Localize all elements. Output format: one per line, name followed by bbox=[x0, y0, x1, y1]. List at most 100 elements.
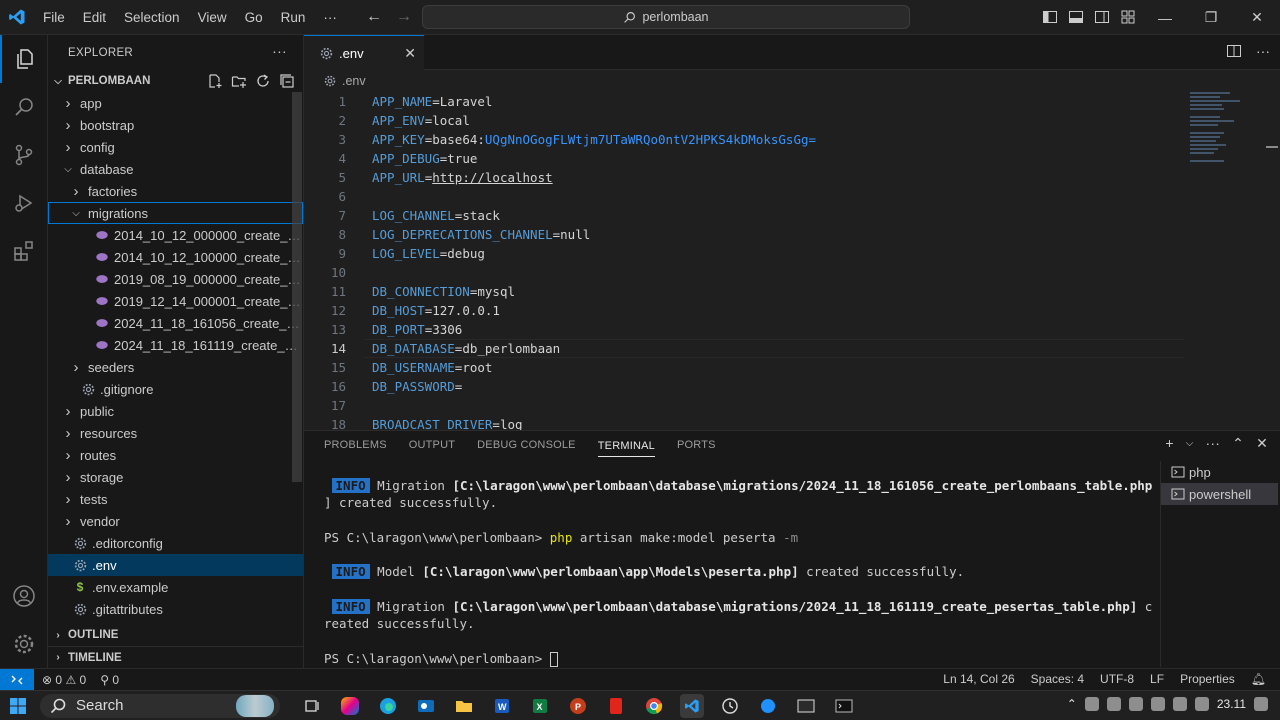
chrome-icon[interactable] bbox=[642, 694, 666, 718]
excel-icon[interactable]: X bbox=[528, 694, 552, 718]
close-tab-icon[interactable]: ✕ bbox=[404, 45, 416, 62]
tree-folder[interactable]: › factories bbox=[48, 180, 303, 202]
new-terminal-icon[interactable]: + bbox=[1165, 435, 1173, 452]
timeline-section-header[interactable]: › TIMELINE bbox=[48, 646, 304, 668]
tab-output[interactable]: OUTPUT bbox=[409, 439, 455, 451]
terminal-app-icon[interactable] bbox=[794, 694, 818, 718]
tree-folder[interactable]: › tests bbox=[48, 488, 303, 510]
back-arrow-icon[interactable]: ← bbox=[366, 8, 382, 26]
tree-folder[interactable]: › app bbox=[48, 92, 303, 114]
menu-more[interactable]: ··· bbox=[314, 0, 346, 35]
tree-folder[interactable]: › routes bbox=[48, 444, 303, 466]
terminal-item-php[interactable]: php bbox=[1161, 461, 1278, 483]
tab-debug-console[interactable]: DEBUG CONSOLE bbox=[477, 439, 576, 451]
cloud-icon[interactable] bbox=[1106, 697, 1121, 711]
extensions-icon[interactable] bbox=[0, 227, 48, 275]
outline-section-header[interactable]: › OUTLINE bbox=[48, 624, 304, 646]
maximize-panel-icon[interactable]: ⌃ bbox=[1232, 435, 1244, 452]
command-center-search[interactable]: perlombaan bbox=[422, 5, 910, 29]
tree-file[interactable]: $ .env.example bbox=[48, 576, 303, 598]
split-editor-icon[interactable] bbox=[1226, 43, 1242, 62]
language-mode[interactable]: Properties bbox=[1180, 672, 1235, 686]
run-debug-icon[interactable] bbox=[0, 179, 48, 227]
cursor-position[interactable]: Ln 14, Col 26 bbox=[943, 672, 1014, 686]
forward-arrow-icon[interactable]: → bbox=[396, 8, 412, 26]
terminal-item-powershell[interactable]: powershell bbox=[1161, 483, 1278, 505]
tree-file[interactable]: .env bbox=[48, 554, 303, 576]
notifications-bell-icon[interactable]: 🔔︎ bbox=[1251, 672, 1266, 686]
toggle-primary-sidebar-icon[interactable] bbox=[1042, 9, 1058, 25]
remote-indicator-icon[interactable] bbox=[0, 668, 34, 691]
tree-file[interactable]: 2019_12_14_000001_create_perso... bbox=[48, 290, 303, 312]
menu-selection[interactable]: Selection bbox=[115, 0, 189, 35]
project-section-header[interactable]: ⌵ PERLOMBAAN bbox=[48, 70, 303, 92]
menu-go[interactable]: Go bbox=[236, 0, 272, 35]
tray-app-icon[interactable] bbox=[1084, 697, 1099, 711]
new-folder-icon[interactable] bbox=[231, 73, 247, 89]
tree-folder[interactable]: › storage bbox=[48, 466, 303, 488]
chevron-up-icon[interactable]: ⌃ bbox=[1067, 697, 1077, 711]
copilot-icon[interactable] bbox=[341, 697, 359, 715]
accounts-icon[interactable] bbox=[0, 572, 48, 620]
close-panel-icon[interactable]: ✕ bbox=[1256, 435, 1268, 452]
code-editor[interactable]: 1 APP_NAME=Laravel 2 APP_ENV=local 3 APP_KEY=… bbox=[304, 92, 1184, 430]
volume-icon[interactable] bbox=[1194, 697, 1209, 711]
collapse-all-icon[interactable] bbox=[279, 73, 295, 89]
minimize-icon[interactable]: — bbox=[1142, 0, 1188, 35]
minimap[interactable] bbox=[1190, 92, 1250, 182]
tree-file[interactable]: .editorconfig bbox=[48, 532, 303, 554]
new-file-icon[interactable] bbox=[207, 73, 223, 89]
menu-view[interactable]: View bbox=[189, 0, 236, 35]
tab-terminal[interactable]: TERMINAL bbox=[597, 440, 655, 457]
restore-icon[interactable]: ❐ bbox=[1188, 0, 1234, 35]
more-actions-icon[interactable]: ··· bbox=[272, 43, 287, 59]
vscode-taskbar-icon[interactable] bbox=[680, 694, 704, 718]
env-url-link[interactable]: http://localhost bbox=[432, 170, 552, 185]
toggle-secondary-sidebar-icon[interactable] bbox=[1094, 9, 1110, 25]
tab-env[interactable]: .env ✕ bbox=[304, 35, 424, 70]
usb-icon[interactable] bbox=[1128, 697, 1143, 711]
close-window-icon[interactable]: ✕ bbox=[1234, 0, 1280, 35]
tab-ports[interactable]: PORTS bbox=[677, 439, 716, 451]
refresh-icon[interactable] bbox=[255, 73, 271, 89]
tree-folder[interactable]: ⌵ database bbox=[48, 158, 303, 180]
battery-icon[interactable] bbox=[1150, 697, 1165, 711]
tree-folder[interactable]: ⌵ migrations bbox=[48, 202, 303, 224]
word-icon[interactable]: W bbox=[490, 694, 514, 718]
tree-file[interactable]: .gitattributes bbox=[48, 598, 303, 620]
clock-time[interactable]: 23.11 bbox=[1217, 697, 1246, 711]
tab-problems[interactable]: PROBLEMS bbox=[324, 439, 387, 451]
tree-file[interactable]: 2024_11_18_161119_create_peser... bbox=[48, 334, 303, 356]
ports-status[interactable]: ⚲ 0 bbox=[100, 673, 119, 687]
tree-folder[interactable]: › public bbox=[48, 400, 303, 422]
tree-file[interactable]: 2024_11_18_161056_create_perlo... bbox=[48, 312, 303, 334]
notification-center-icon[interactable] bbox=[1254, 697, 1268, 711]
breadcrumb-file[interactable]: .env bbox=[342, 74, 366, 88]
more-actions-icon[interactable]: ··· bbox=[1256, 43, 1270, 62]
source-control-icon[interactable] bbox=[0, 131, 48, 179]
customize-layout-icon[interactable] bbox=[1120, 9, 1136, 25]
menu-file[interactable]: File bbox=[34, 0, 74, 35]
sidebar-scrollbar[interactable] bbox=[292, 92, 302, 482]
problems-status[interactable]: ⊗ 0 ⚠ 0 bbox=[42, 673, 86, 687]
terminal-output[interactable]: INFO Migration [C:\laragon\www\perlombaa… bbox=[324, 477, 1152, 667]
search-view-icon[interactable] bbox=[0, 83, 48, 131]
explorer-icon[interactable] bbox=[0, 35, 48, 83]
editor-scrollbar[interactable] bbox=[1266, 146, 1278, 148]
tree-folder[interactable]: › resources bbox=[48, 422, 303, 444]
taskbar-search[interactable]: Search bbox=[40, 693, 280, 718]
toggle-panel-icon[interactable] bbox=[1068, 9, 1084, 25]
chevron-down-icon[interactable]: ⌵ bbox=[1186, 438, 1194, 452]
clock-app-icon[interactable] bbox=[718, 694, 742, 718]
tree-folder[interactable]: › config bbox=[48, 136, 303, 158]
tree-folder[interactable]: › bootstrap bbox=[48, 114, 303, 136]
wifi-icon[interactable] bbox=[1172, 697, 1187, 711]
manage-gear-icon[interactable] bbox=[0, 620, 48, 668]
edge-icon[interactable] bbox=[376, 694, 400, 718]
windows-start-icon[interactable] bbox=[0, 691, 36, 720]
task-view-icon[interactable] bbox=[300, 694, 324, 718]
menu-run[interactable]: Run bbox=[272, 0, 315, 35]
file-explorer-icon[interactable] bbox=[452, 694, 476, 718]
tree-file[interactable]: .gitignore bbox=[48, 378, 303, 400]
outlook-icon[interactable] bbox=[414, 694, 438, 718]
